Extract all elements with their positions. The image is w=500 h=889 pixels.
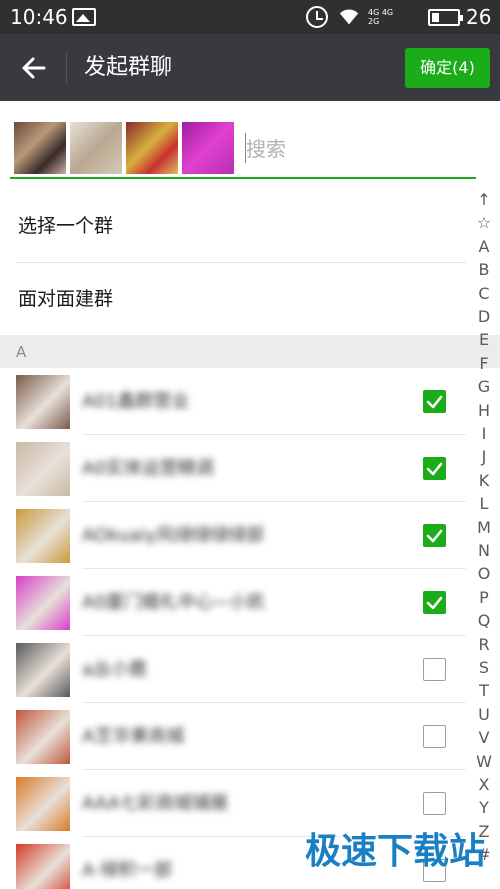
avatar: [16, 643, 70, 697]
selected-members-strip: [10, 101, 476, 179]
checkbox-checked[interactable]: [423, 457, 446, 480]
index-letter[interactable]: P: [468, 588, 500, 608]
page-title: 发起群聊: [84, 55, 173, 80]
index-letter[interactable]: T: [468, 681, 500, 701]
wifi-icon: [339, 9, 359, 25]
avatar: [16, 844, 70, 889]
index-letter[interactable]: S: [468, 658, 500, 678]
index-letter[interactable]: W: [468, 752, 500, 772]
checkbox-checked[interactable]: [423, 524, 446, 547]
choose-group-item[interactable]: 选择一个群: [0, 190, 466, 262]
checkmark-icon: [426, 395, 443, 409]
status-time: 10:46: [10, 5, 68, 29]
contact-row[interactable]: A01鑫群营业: [0, 368, 466, 435]
contact-name: AAA七彩商城铺展: [82, 793, 228, 814]
selected-avatar[interactable]: [70, 122, 122, 174]
contact-row[interactable]: AOkuaiy风绿绿绿绿部: [0, 502, 466, 569]
index-letter[interactable]: I: [468, 424, 500, 444]
index-letter[interactable]: G: [468, 377, 500, 397]
contact-name: A·禄积一部: [82, 860, 173, 881]
index-letter[interactable]: Q: [468, 611, 500, 631]
image-notification-icon: [72, 8, 96, 26]
avatar: [16, 509, 70, 563]
header-bar: 发起群聊 确定(4): [0, 34, 500, 101]
checkmark-icon: [426, 529, 443, 543]
index-letter[interactable]: R: [468, 635, 500, 655]
arrow-left-icon: [22, 57, 46, 79]
checkmark-icon: [426, 596, 443, 610]
index-letter[interactable]: C: [468, 284, 500, 304]
checkmark-icon: [426, 462, 443, 476]
watermark-logo: 极速下载站: [305, 831, 486, 872]
avatar: [16, 710, 70, 764]
confirm-button[interactable]: 确定(4): [405, 48, 490, 88]
section-header: A: [0, 335, 500, 368]
index-letter[interactable]: X: [468, 775, 500, 795]
index-letter[interactable]: Y: [468, 798, 500, 818]
index-letter[interactable]: B: [468, 260, 500, 280]
contact-name: A0实体运营精调: [82, 458, 214, 479]
index-letter[interactable]: H: [468, 401, 500, 421]
network-label-bottom: 2G: [368, 17, 380, 26]
avatar: [16, 576, 70, 630]
index-letter[interactable]: U: [468, 705, 500, 725]
contact-name: a丛小鹿: [82, 659, 148, 680]
index-letter[interactable]: O: [468, 564, 500, 584]
contact-row[interactable]: AAA七彩商城铺展: [0, 770, 466, 837]
network-signal-icon: 4G 4G 2G: [368, 8, 420, 26]
contact-row[interactable]: A芝华果商城: [0, 703, 466, 770]
network-label-top: 4G 4G: [368, 8, 394, 17]
contact-name: A01鑫群营业: [82, 391, 190, 412]
checkbox-unchecked[interactable]: [423, 725, 446, 748]
status-bar: 10:46 4G 4G 2G 26: [0, 0, 500, 34]
header-divider: [66, 52, 67, 84]
index-letter[interactable]: M: [468, 518, 500, 538]
index-letter[interactable]: L: [468, 494, 500, 514]
contact-row[interactable]: A0厦门婚礼中心~小凯: [0, 569, 466, 636]
contact-name: AOkuaiy风绿绿绿绿部: [82, 525, 265, 546]
face-to-face-group-item[interactable]: 面对面建群: [0, 263, 466, 335]
index-letter[interactable]: ↑: [468, 190, 500, 210]
index-letter[interactable]: J: [468, 447, 500, 467]
avatar: [16, 375, 70, 429]
battery-icon: [428, 9, 463, 26]
index-letter[interactable]: D: [468, 307, 500, 327]
section-letter: A: [16, 343, 27, 361]
avatar: [16, 442, 70, 496]
checkbox-unchecked[interactable]: [423, 792, 446, 815]
search-input[interactable]: [246, 131, 466, 167]
index-letter[interactable]: N: [468, 541, 500, 561]
contact-row[interactable]: a丛小鹿: [0, 636, 466, 703]
index-letter[interactable]: E: [468, 330, 500, 350]
index-letter[interactable]: ☆: [468, 213, 500, 233]
alarm-icon: [306, 6, 328, 28]
selected-avatar[interactable]: [126, 122, 178, 174]
face-to-face-label: 面对面建群: [18, 288, 114, 310]
contact-name: A0厦门婚礼中心~小凯: [82, 592, 265, 613]
index-letter[interactable]: F: [468, 354, 500, 374]
index-letter[interactable]: A: [468, 237, 500, 257]
checkbox-unchecked[interactable]: [423, 658, 446, 681]
index-letter[interactable]: V: [468, 728, 500, 748]
contact-row[interactable]: A0实体运营精调: [0, 435, 466, 502]
selected-avatar[interactable]: [14, 122, 66, 174]
avatar: [16, 777, 70, 831]
index-letter[interactable]: K: [468, 471, 500, 491]
battery-level: 26: [466, 5, 492, 29]
checkbox-checked[interactable]: [423, 390, 446, 413]
checkbox-checked[interactable]: [423, 591, 446, 614]
back-button[interactable]: [14, 50, 54, 86]
selected-avatar[interactable]: [182, 122, 234, 174]
contact-name: A芝华果商城: [82, 726, 185, 747]
alphabet-index-bar[interactable]: ↑ ☆ A B C D E F G H I J K L M N O P Q R S T U V W X Y Z #: [468, 190, 500, 889]
choose-group-label: 选择一个群: [18, 215, 114, 237]
